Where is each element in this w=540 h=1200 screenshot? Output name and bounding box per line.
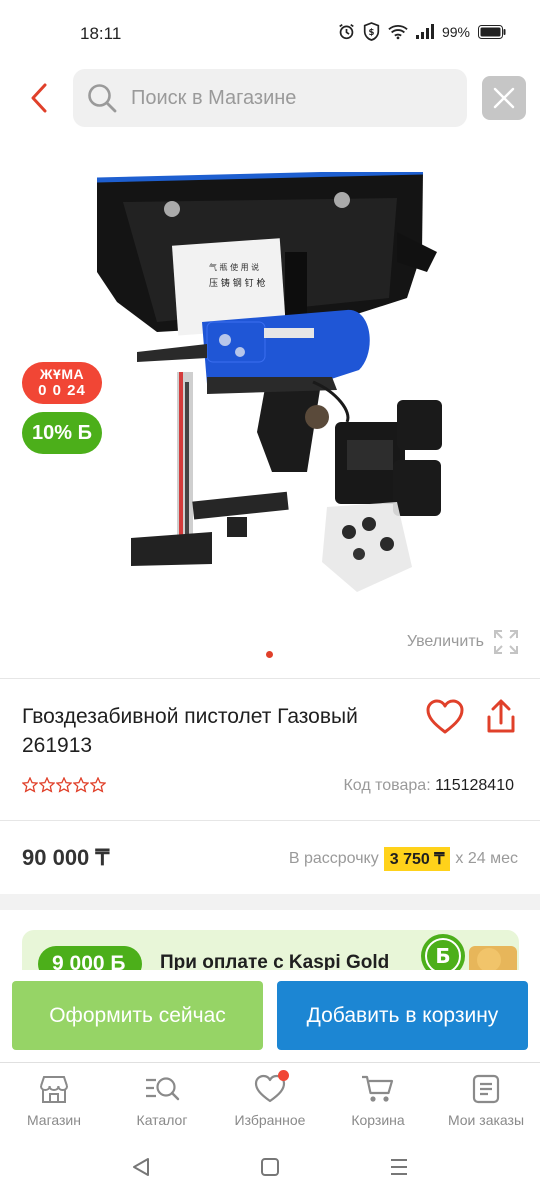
battery-icon — [478, 24, 506, 39]
svg-text:压 铸 钢 钉 枪: 压 铸 钢 钉 枪 — [209, 277, 265, 289]
installment-info[interactable]: В рассрочку 3 750 ₸ х 24 мес — [289, 847, 518, 871]
buy-now-button[interactable]: Оформить сейчас — [12, 981, 263, 1050]
shop-icon — [40, 1076, 68, 1103]
promo-badge-title: ЖҰМА — [39, 366, 85, 382]
action-bar: Оформить сейчас Добавить в корзину — [0, 970, 540, 1062]
system-home-icon[interactable] — [259, 1156, 281, 1178]
close-icon — [493, 87, 515, 109]
search-box[interactable] — [73, 69, 467, 127]
carousel-dot-indicator — [266, 651, 273, 658]
add-to-cart-button[interactable]: Добавить в корзину — [277, 981, 528, 1050]
nav-item-orders[interactable]: Мои заказы — [432, 1063, 540, 1142]
installment-term: х 24 мес — [455, 850, 518, 867]
nav-label: Избранное — [234, 1112, 306, 1128]
star-icon — [39, 777, 55, 793]
nav-label: Корзина — [351, 1112, 405, 1128]
system-back-icon[interactable] — [130, 1156, 152, 1178]
product-image[interactable]: 气 瓶 使 用 说 压 铸 钢 钉 枪 — [97, 172, 443, 608]
promo-badge-value: 0 0 24 — [38, 382, 86, 399]
section-separator — [0, 894, 540, 910]
zoom-label: Увеличить — [406, 633, 484, 650]
bonus-coin-icon: Б — [421, 934, 517, 970]
system-navigation-bar — [0, 1142, 540, 1200]
nav-label: Мои заказы — [447, 1112, 525, 1128]
nav-item-catalog[interactable]: Каталог — [108, 1063, 216, 1142]
banner-bonus-pill: 9 000 Б — [38, 946, 142, 970]
svg-text:$: $ — [369, 28, 375, 38]
notification-dot — [278, 1070, 289, 1081]
status-time: 18:11 — [80, 24, 122, 43]
rating-stars — [22, 777, 106, 793]
battery-percent: 99% — [441, 23, 470, 40]
product-code: Код товара: 115128410 — [343, 777, 514, 795]
star-icon — [90, 777, 106, 793]
catalog-search-icon — [146, 1077, 180, 1101]
nav-item-cart[interactable]: Корзина — [324, 1063, 432, 1142]
expand-icon — [494, 630, 518, 654]
star-icon — [73, 777, 89, 793]
nav-item-shop[interactable]: Магазин — [0, 1063, 108, 1142]
product-price: 90 000 ₸ — [22, 845, 110, 870]
star-icon — [56, 777, 72, 793]
clear-search-button[interactable] — [482, 76, 526, 120]
nav-label: Каталог — [136, 1112, 188, 1128]
search-input[interactable] — [131, 86, 431, 110]
orders-icon — [472, 1074, 500, 1104]
installment-prefix: В рассрочку — [288, 850, 379, 867]
cart-icon — [362, 1075, 394, 1102]
signal-icon — [415, 24, 434, 39]
wifi-icon — [388, 24, 408, 39]
back-arrow-icon — [31, 83, 47, 113]
header — [0, 64, 540, 134]
product-gallery[interactable]: 气 瓶 使 用 说 压 铸 钢 钉 枪 ЖҰМА 0 0 24 10% Б Ув… — [0, 134, 540, 678]
shield-icon: $ — [363, 22, 380, 41]
nav-label: Магазин — [26, 1112, 81, 1128]
search-icon — [88, 84, 117, 113]
star-icon — [22, 777, 38, 793]
divider — [0, 820, 540, 821]
kaspi-gold-banner[interactable]: 9 000 Б При оплате с Kaspi Gold Б — [22, 930, 519, 970]
zoom-button[interactable]: Увеличить — [407, 628, 520, 656]
back-button[interactable] — [22, 78, 56, 118]
installment-amount: 3 750 ₸ — [383, 847, 451, 871]
sku-label: Код товара: — [343, 777, 431, 794]
favorite-button[interactable] — [425, 697, 465, 737]
system-menu-icon[interactable] — [388, 1156, 410, 1178]
sku-value: 115128410 — [435, 777, 514, 794]
share-icon — [487, 699, 515, 733]
status-icons: $ 99% — [338, 22, 506, 41]
divider — [0, 678, 540, 679]
banner-text: При оплате с Kaspi Gold — [160, 952, 390, 970]
bottom-navigation: Магазин Каталог Избранное Корзина Мои за… — [0, 1062, 540, 1142]
friday-promo-badge: ЖҰМА 0 0 24 — [22, 362, 102, 404]
share-button[interactable] — [483, 697, 519, 737]
product-title: Гвоздезабивной пистолет Газовый 261913 — [22, 705, 358, 757]
heart-icon — [426, 699, 464, 734]
alarm-icon — [339, 23, 354, 40]
svg-text:Б: Б — [435, 944, 450, 968]
status-bar: 18:11 $ 99% — [0, 0, 540, 64]
svg-text:气 瓶 使 用 说: 气 瓶 使 用 说 — [209, 262, 259, 272]
nav-item-favorites[interactable]: Избранное — [216, 1063, 324, 1142]
bonus-badge: 10% Б — [22, 412, 102, 454]
